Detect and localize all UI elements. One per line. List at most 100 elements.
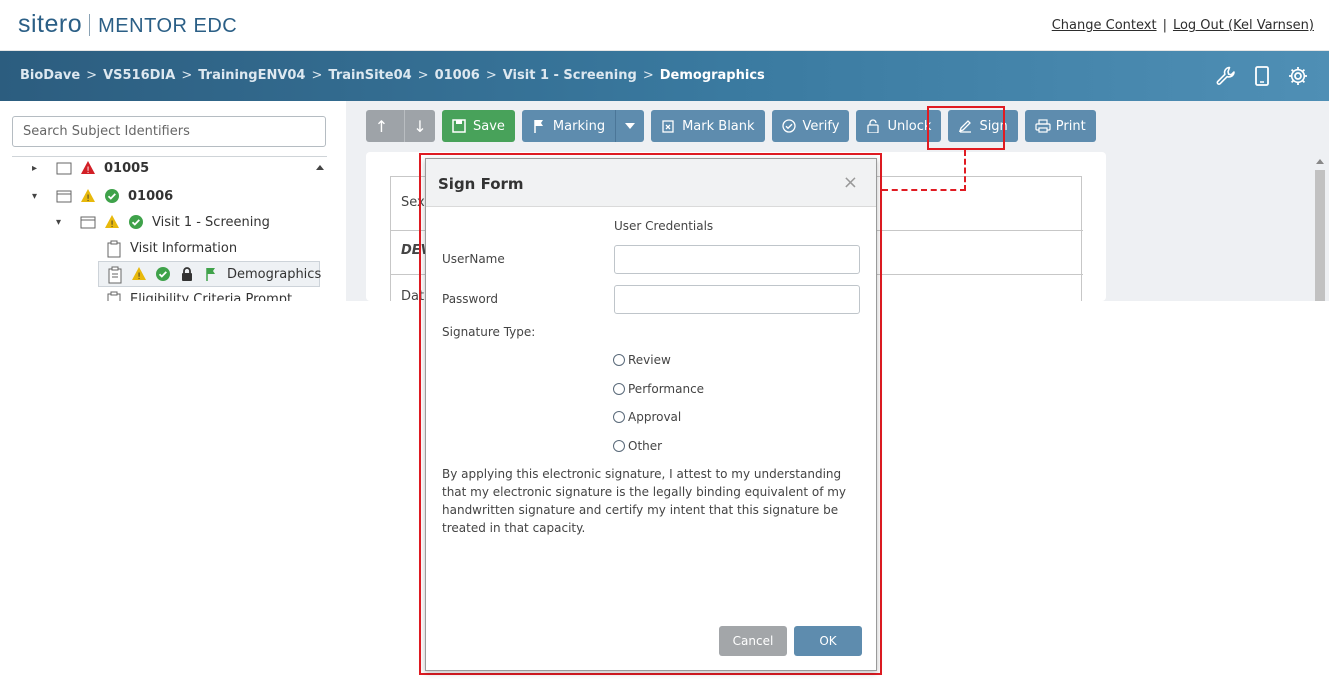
form-clipboard-icon [107,266,123,284]
arrow-up-icon[interactable]: ↑ [366,110,397,142]
form-clipboard-icon [106,240,122,258]
signature-option-performance[interactable]: Performance [613,382,704,396]
tree-label: Demographics [227,266,322,282]
username-field[interactable] [614,245,860,274]
attestation-text: By applying this electronic signature, I… [442,467,847,535]
tree-label: Visit Information [130,240,238,256]
breadcrumb-bar: BioDave > VS516DIA > TrainingENV04 > Tra… [0,51,1329,101]
tree-item-eligibility-criteria[interactable]: Eligibility Criteria Prompt [106,287,292,301]
sign-form-dialog: Sign Form × User Credentials UserName Pa… [425,158,877,671]
breadcrumb-study[interactable]: BioDave [20,68,80,83]
signature-option-approval[interactable]: Approval [613,410,681,424]
printer-icon [1035,119,1051,133]
warning-triangle-icon: ! [131,266,147,282]
password-label: Password [442,292,499,306]
svg-text:!: ! [110,220,114,230]
collapse-caret-icon[interactable]: ▾ [56,217,68,228]
nav-arrows: ↑ ↓ [366,110,435,142]
tree-label: 01005 [104,160,150,176]
marking-label: Marking [552,118,606,134]
option-label: Other [628,439,663,453]
flag-icon [532,119,546,133]
chevron-down-icon [625,119,636,134]
breadcrumb-separator: > [181,68,193,83]
subject-tree: ▸ ! 01005 ▾ ! 01006 ▾ ! Visit 1 - Screen… [12,156,327,301]
check-circle-icon [104,188,120,204]
tree-item-visit1-screening[interactable]: ▾ ! Visit 1 - Screening [56,210,270,234]
mark-blank-label: Mark Blank [682,118,755,134]
subject-sidebar: ▸ ! 01005 ▾ ! 01006 ▾ ! Visit 1 - Screen… [0,101,338,301]
signature-option-other[interactable]: Other [613,439,662,453]
verify-button[interactable]: Verify [771,110,850,142]
verify-check-icon [781,119,796,133]
tree-item-demographics[interactable]: ! Demographics [98,261,322,287]
save-icon [452,119,466,133]
content-scrollbar[interactable] [1314,156,1326,301]
tree-item-01006[interactable]: ▾ ! 01006 [32,184,173,208]
callout-connector [964,150,966,191]
arrow-down-icon[interactable]: ↓ [404,110,435,142]
cancel-button[interactable]: Cancel [719,626,787,656]
option-label: Performance [628,382,705,396]
radio-button[interactable] [613,440,625,452]
breadcrumb-protocol[interactable]: VS516DIA [103,68,175,83]
flag-icon [203,266,219,282]
save-button[interactable]: Save [442,110,515,142]
signature-type-label: Signature Type: [442,325,536,339]
search-subject-input[interactable] [12,116,326,147]
tree-label: Eligibility Criteria Prompt [130,291,293,302]
tree-item-01005[interactable]: ▸ ! 01005 [32,157,150,180]
logout-link[interactable]: Log Out (Kel Varnsen) [1173,18,1314,33]
svg-text:!: ! [137,272,141,282]
breadcrumb-separator: > [485,68,497,83]
subject-folder-icon [56,188,72,204]
save-label: Save [473,118,505,134]
gear-icon[interactable] [1287,65,1309,87]
breadcrumb-subject[interactable]: 01006 [435,68,480,83]
breadcrumb-current-form: Demographics [659,68,765,83]
option-label: Review [628,353,671,367]
expand-caret-icon[interactable]: ▸ [32,163,44,174]
tablet-icon[interactable] [1251,65,1273,87]
scrollbar-thumb[interactable] [1315,170,1325,301]
warning-triangle-icon: ! [80,188,96,204]
mark-blank-button[interactable]: Mark Blank [651,110,765,142]
svg-text:!: ! [86,194,90,204]
logo-brand: sitero [18,10,83,38]
dialog-title: Sign Form [438,175,524,193]
error-triangle-icon: ! [80,160,96,176]
subject-folder-icon [56,160,72,176]
check-circle-icon [155,266,171,282]
header-tools [1215,65,1309,87]
unlock-label: Unlock [887,118,932,134]
tree-scrollbar[interactable] [313,157,327,301]
logo-product: MENTOR EDC [98,15,238,37]
tree-item-visit-information[interactable]: Visit Information [106,236,237,260]
password-field[interactable] [614,285,860,314]
credentials-heading: User Credentials [614,219,714,233]
print-label: Print [1055,118,1086,134]
change-context-link[interactable]: Change Context [1052,18,1157,33]
breadcrumb-environment[interactable]: TrainingENV04 [198,68,305,83]
sign-button-highlight [927,106,1005,150]
ok-button[interactable]: OK [794,626,862,656]
check-circle-icon [128,214,144,230]
print-button[interactable]: Print [1024,110,1096,142]
breadcrumb-visit[interactable]: Visit 1 - Screening [503,68,637,83]
marking-split-button: Marking [521,110,645,142]
username-label: UserName [442,252,505,266]
marking-button[interactable]: Marking [521,110,616,142]
breadcrumb: BioDave > VS516DIA > TrainingENV04 > Tra… [20,68,765,83]
close-icon[interactable]: × [843,172,858,193]
breadcrumb-site[interactable]: TrainSite04 [328,68,411,83]
radio-button[interactable] [613,383,625,395]
warning-triangle-icon: ! [104,214,120,230]
signature-option-review[interactable]: Review [613,353,671,367]
breadcrumb-separator: > [417,68,429,83]
wrench-icon[interactable] [1215,65,1237,87]
radio-button[interactable] [613,411,625,423]
marking-dropdown-button[interactable] [615,110,645,142]
breadcrumb-separator: > [311,68,323,83]
radio-button[interactable] [613,354,625,366]
collapse-caret-icon[interactable]: ▾ [32,191,44,202]
